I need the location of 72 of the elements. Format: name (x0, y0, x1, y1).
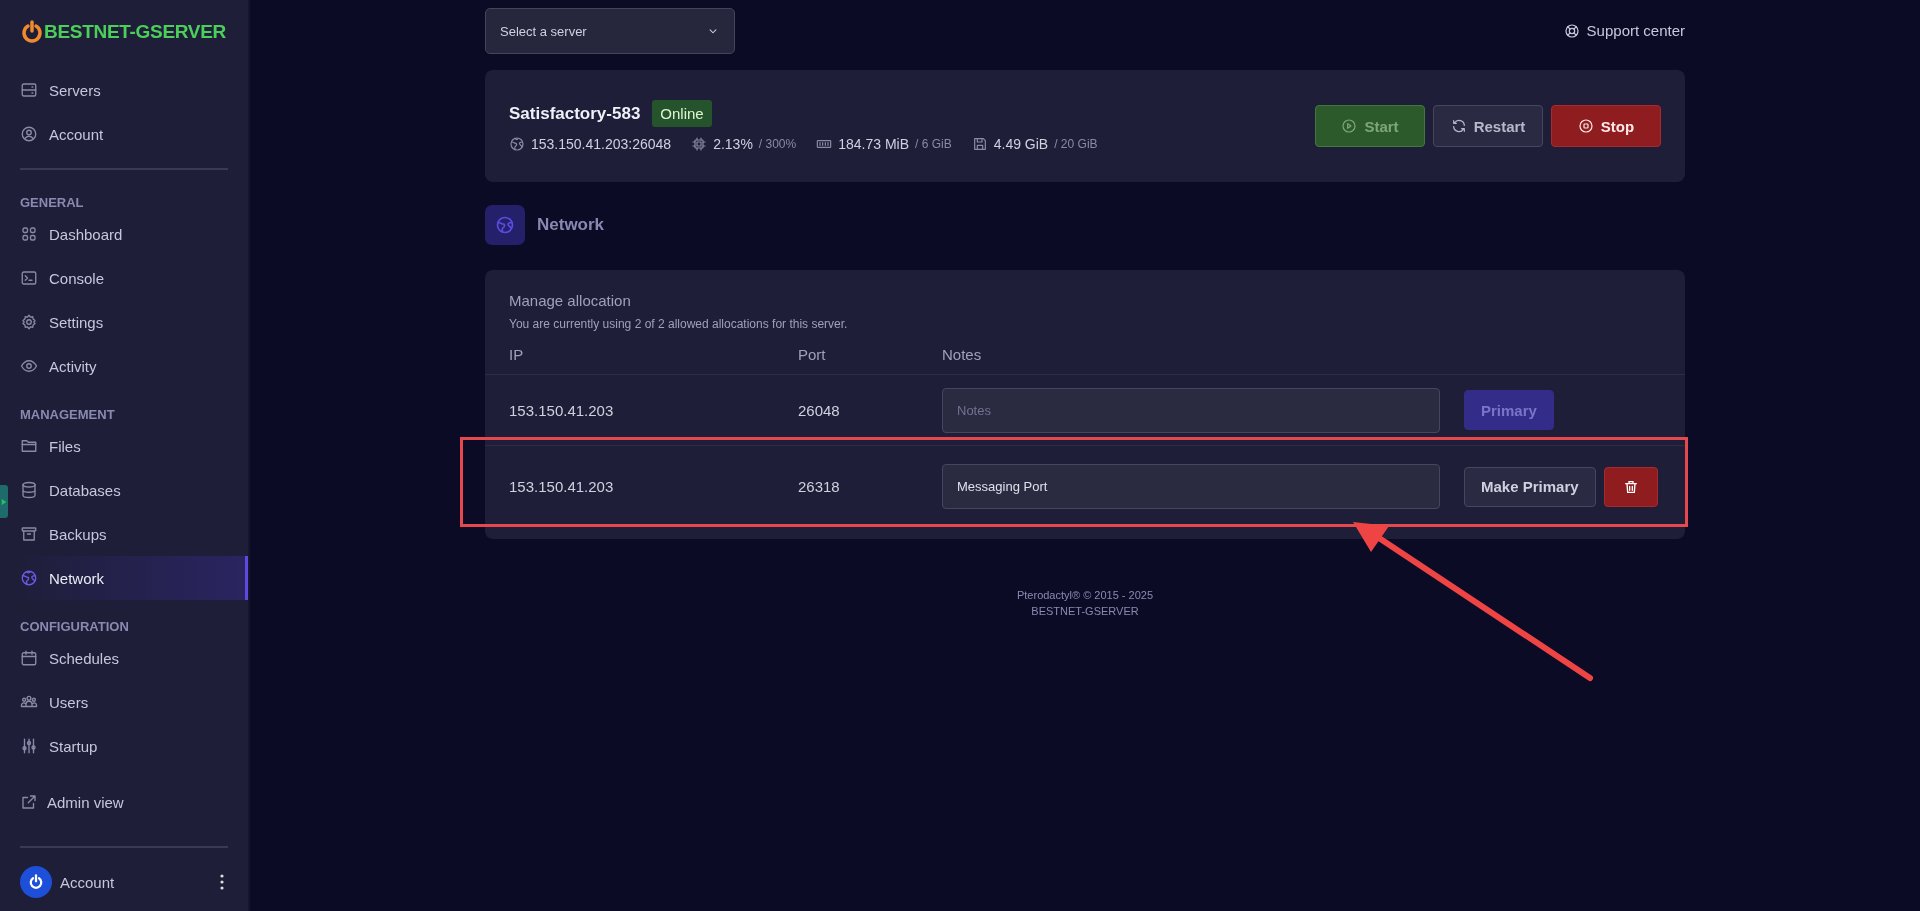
globe-icon (20, 569, 38, 587)
sidebar-item[interactable]: Console (10, 256, 248, 300)
trash-icon (1622, 478, 1639, 495)
ip-cell-text: 153.150.41.203 (509, 401, 615, 419)
sidebar-item[interactable]: Files (10, 424, 248, 468)
user-circle-icon (20, 125, 38, 143)
server-select[interactable]: Select a server (485, 8, 735, 54)
grid-icon (20, 225, 38, 243)
account-name[interactable]: Account (60, 873, 208, 891)
make-primary-button[interactable]: Make Primary (1464, 466, 1596, 507)
folder-icon (20, 437, 38, 455)
admin-view-link[interactable]: Admin view (10, 780, 248, 824)
external-link-icon (20, 793, 38, 811)
port-cell-text: 26318 (798, 478, 841, 495)
refresh-icon (1450, 118, 1467, 134)
section-heading: GENERAL (20, 193, 85, 212)
column-header: Notes (942, 346, 983, 363)
stat-value: 184.73 MiB (838, 136, 910, 152)
sidebar-item[interactable]: Account (10, 112, 248, 156)
lifebuoy-icon (1563, 22, 1580, 39)
kebab-icon (220, 874, 224, 890)
card-title: Manage allocation (509, 292, 632, 309)
section-heading: MANAGEMENT (20, 405, 116, 424)
server-icon (20, 81, 38, 99)
sidebar-item[interactable]: Databases (10, 468, 248, 512)
sidebar-item[interactable]: Dashboard (10, 212, 248, 256)
card-subtitle: You are currently using 2 of 2 allowed allocations for this server. (509, 317, 849, 331)
sidebar-item[interactable]: Servers (10, 68, 248, 112)
page-title: Network (537, 215, 605, 235)
stat-value: 153.150.41.203:26048 (531, 136, 672, 152)
column-header: Port (798, 346, 827, 363)
avatar (20, 866, 52, 898)
support-center-link[interactable]: Support center (1563, 22, 1685, 39)
stat-value: 2.13% (713, 136, 753, 152)
notes-field[interactable]: Messaging Port (942, 464, 1440, 509)
sidebar-item[interactable]: Backups (10, 512, 248, 556)
sidebar-item[interactable]: Startup (10, 724, 248, 768)
stat-limit: / 300% (758, 137, 797, 151)
cpu-icon (691, 136, 708, 152)
sidebar-item[interactable]: Settings (10, 300, 248, 344)
logo-text: BESTNET-GSERVER (44, 21, 227, 43)
notes-field[interactable]: Notes (942, 387, 1440, 433)
server-name: Satisfactory-583 (509, 103, 641, 124)
power-logo-icon (20, 20, 44, 44)
sidebar-item[interactable]: Users (10, 680, 248, 724)
delete-button[interactable] (1603, 466, 1658, 507)
archive-icon (20, 525, 38, 543)
sidebar-item[interactable]: Activity (10, 344, 248, 388)
database-icon (20, 481, 38, 499)
footer-text: Pterodactyl® © 2015 - 2025 (1016, 588, 1154, 603)
sliders-icon (20, 737, 38, 755)
calendar-icon (20, 649, 38, 667)
column-header: IP (509, 346, 525, 363)
section-heading: CONFIGURATION (20, 617, 130, 636)
stat-limit: / 20 GiB (1054, 137, 1098, 151)
stat-value: 4.49 GiB (993, 136, 1049, 152)
eye-icon (20, 357, 38, 375)
play-icon (1341, 118, 1358, 134)
stat-limit: / 6 GiB (915, 137, 952, 151)
terminal-icon (20, 269, 38, 287)
status-badge: Online (652, 100, 712, 127)
restart-button[interactable]: Restart (1433, 105, 1543, 147)
settings-icon (20, 313, 38, 331)
sidebar-toggle-handle[interactable] (0, 485, 8, 518)
sidebar-item[interactable]: Schedules (10, 636, 248, 680)
stop-icon (1577, 118, 1594, 134)
ip-cell-text: 153.150.41.203 (509, 478, 615, 495)
footer-text: BESTNET-GSERVER (1031, 604, 1139, 619)
globe-icon (509, 136, 525, 152)
port-cell-text: 26048 (798, 401, 841, 419)
globe-icon (485, 205, 525, 245)
stop-button[interactable]: Stop (1551, 105, 1661, 147)
